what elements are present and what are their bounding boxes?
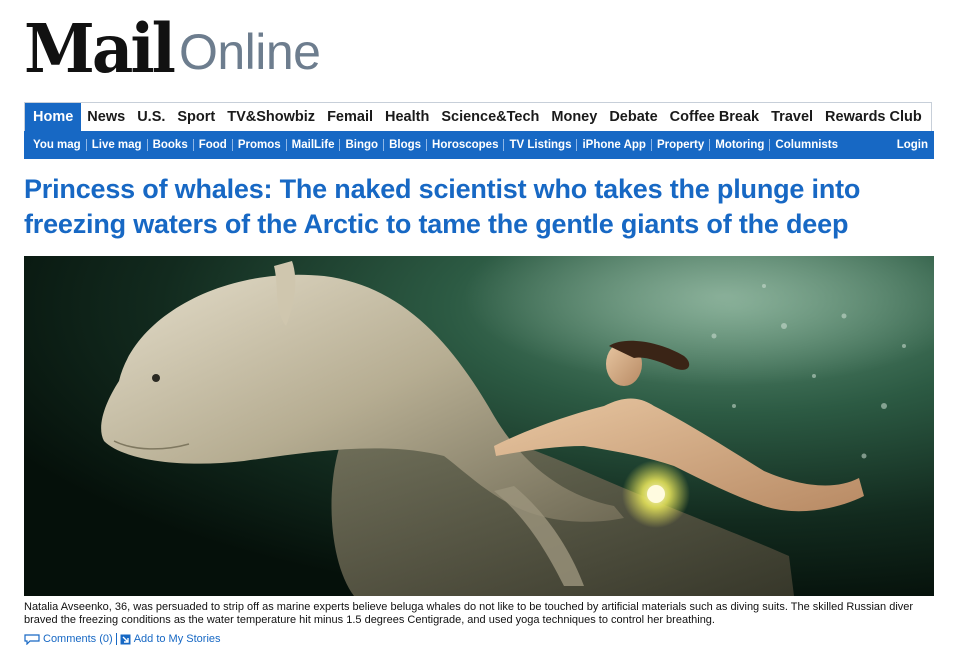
article-photo bbox=[24, 256, 934, 596]
subnav-item-you-mag[interactable]: You mag bbox=[28, 139, 86, 151]
logo-online-word: Online bbox=[178, 24, 321, 80]
subnav-item-tv-listings[interactable]: TV Listings bbox=[504, 139, 576, 151]
nav-item-u-s-[interactable]: U.S. bbox=[131, 103, 171, 131]
subnav-item-food[interactable]: Food bbox=[194, 139, 232, 151]
subnav-item-maillife[interactable]: MailLife bbox=[287, 139, 340, 151]
subnav-item-horoscopes[interactable]: Horoscopes bbox=[427, 139, 503, 151]
comments-label: Comments (0) bbox=[43, 633, 113, 645]
underwater-beluga-image bbox=[24, 256, 934, 596]
add-story-icon bbox=[120, 634, 131, 644]
actions-divider bbox=[115, 633, 117, 645]
subnav-item-promos[interactable]: Promos bbox=[233, 139, 286, 151]
nav-item-femail[interactable]: Femail bbox=[321, 103, 379, 131]
add-to-my-stories-label: Add to My Stories bbox=[133, 633, 221, 645]
article-headline: Princess of whales: The naked scientist … bbox=[24, 174, 861, 239]
speech-bubble-icon bbox=[24, 633, 40, 645]
subnav-item-live-mag[interactable]: Live mag bbox=[87, 139, 147, 151]
nav-item-news[interactable]: News bbox=[81, 103, 131, 131]
nav-item-sport[interactable]: Sport bbox=[171, 103, 221, 131]
nav-item-tv-showbiz[interactable]: TV&Showbiz bbox=[221, 103, 321, 131]
subnav-item-books[interactable]: Books bbox=[148, 139, 193, 151]
nav-item-home[interactable]: Home bbox=[25, 103, 82, 131]
nav-item-money[interactable]: Money bbox=[545, 103, 603, 131]
mailonline-logo[interactable]: Mail Online bbox=[24, 10, 321, 89]
add-to-my-stories-link[interactable]: Add to My Stories bbox=[120, 633, 221, 645]
primary-nav: Home News U.S. Sport TV&Showbiz Femail Health S… bbox=[24, 102, 932, 131]
subnav-item-property[interactable]: Property bbox=[652, 139, 709, 151]
subnav-item-columnists[interactable]: Columnists bbox=[770, 139, 843, 151]
nav-item-travel[interactable]: Travel bbox=[765, 103, 819, 131]
subnav-item-iphone-app[interactable]: iPhone App bbox=[577, 139, 650, 151]
nav-item-health[interactable]: Health bbox=[379, 103, 435, 131]
login-link[interactable]: Login bbox=[892, 139, 934, 151]
nav-item-debate[interactable]: Debate bbox=[603, 103, 663, 131]
secondary-nav: You mag Live mag Books Food Promos MailLife Bi… bbox=[24, 131, 934, 159]
article-actions: Comments (0) Add to My Stories bbox=[24, 632, 221, 646]
comments-link[interactable]: Comments (0) bbox=[24, 633, 113, 645]
logo-mail-word: Mail bbox=[24, 10, 176, 89]
nav-item-coffee-break[interactable]: Coffee Break bbox=[664, 103, 765, 131]
subnav-item-bingo[interactable]: Bingo bbox=[340, 139, 383, 151]
nav-item-science-tech[interactable]: Science&Tech bbox=[435, 103, 545, 131]
subnav-item-motoring[interactable]: Motoring bbox=[710, 139, 769, 151]
photo-caption: Natalia Avseenko, 36, was persuaded to s… bbox=[24, 601, 914, 626]
nav-item-rewards-club[interactable]: Rewards Club bbox=[819, 103, 928, 131]
subnav-item-blogs[interactable]: Blogs bbox=[384, 139, 426, 151]
